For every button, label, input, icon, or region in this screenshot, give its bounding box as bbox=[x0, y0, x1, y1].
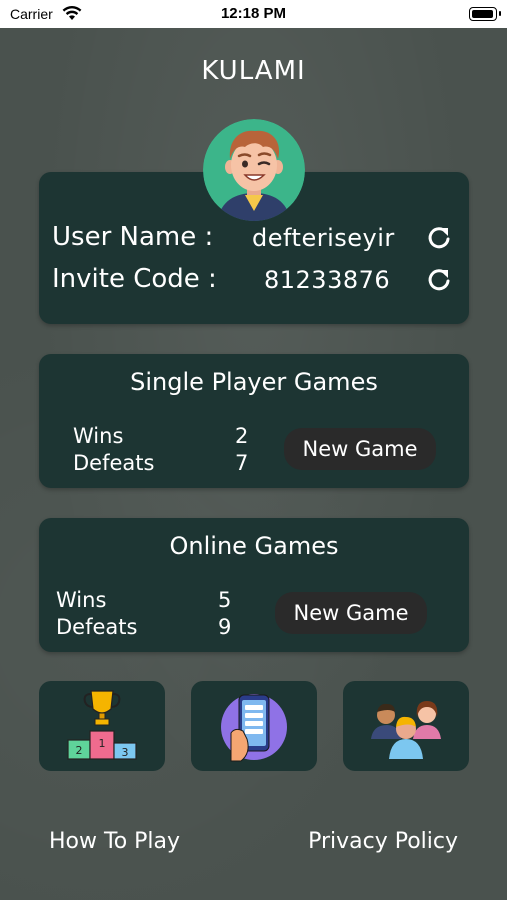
invite-code-label: Invite Code : bbox=[52, 264, 217, 294]
multiplayer-tile[interactable] bbox=[343, 681, 469, 771]
online-defeats-value: 9 bbox=[218, 615, 232, 639]
group-players-icon bbox=[371, 701, 441, 759]
phone-list-icon bbox=[221, 694, 287, 762]
single-player-title: Single Player Games bbox=[130, 368, 378, 396]
avatar[interactable] bbox=[203, 119, 305, 221]
avatar-face-icon bbox=[203, 119, 305, 221]
app-title: KULAMI bbox=[201, 56, 306, 86]
clock: 12:18 PM bbox=[220, 5, 287, 22]
refresh-invite-code-icon[interactable] bbox=[426, 266, 452, 292]
single-wins-label: Wins bbox=[73, 424, 124, 448]
online-new-game-button[interactable]: New Game bbox=[275, 592, 427, 634]
svg-text:1: 1 bbox=[99, 737, 106, 750]
privacy-policy-link[interactable]: Privacy Policy bbox=[308, 829, 458, 854]
single-defeats-value: 7 bbox=[235, 451, 249, 475]
user-name-value: defteriseyir bbox=[252, 224, 395, 252]
how-to-play-link[interactable]: How To Play bbox=[49, 829, 180, 854]
leaderboard-tile[interactable]: 2 1 3 bbox=[39, 681, 165, 771]
svg-text:3: 3 bbox=[122, 746, 129, 759]
online-wins-label: Wins bbox=[56, 588, 107, 612]
single-new-game-button[interactable]: New Game bbox=[284, 428, 436, 470]
battery-icon bbox=[469, 7, 501, 21]
single-wins-value: 2 bbox=[235, 424, 249, 448]
single-player-card: Single Player Games Wins 2 Defeats 7 New… bbox=[39, 354, 469, 488]
online-defeats-label: Defeats bbox=[56, 615, 138, 639]
svg-text:2: 2 bbox=[76, 744, 83, 757]
single-defeats-label: Defeats bbox=[73, 451, 155, 475]
instructions-tile[interactable] bbox=[191, 681, 317, 771]
status-bar: Carrier 12:18 PM bbox=[0, 0, 507, 28]
user-name-label: User Name : bbox=[52, 222, 214, 252]
online-wins-value: 5 bbox=[218, 588, 232, 612]
online-games-card: Online Games Wins 5 Defeats 9 New Game bbox=[39, 518, 469, 652]
podium-trophy-icon: 2 1 3 bbox=[67, 690, 137, 760]
invite-code-value: 81233876 bbox=[264, 266, 391, 294]
refresh-username-icon[interactable] bbox=[426, 224, 452, 250]
online-games-title: Online Games bbox=[169, 532, 339, 560]
